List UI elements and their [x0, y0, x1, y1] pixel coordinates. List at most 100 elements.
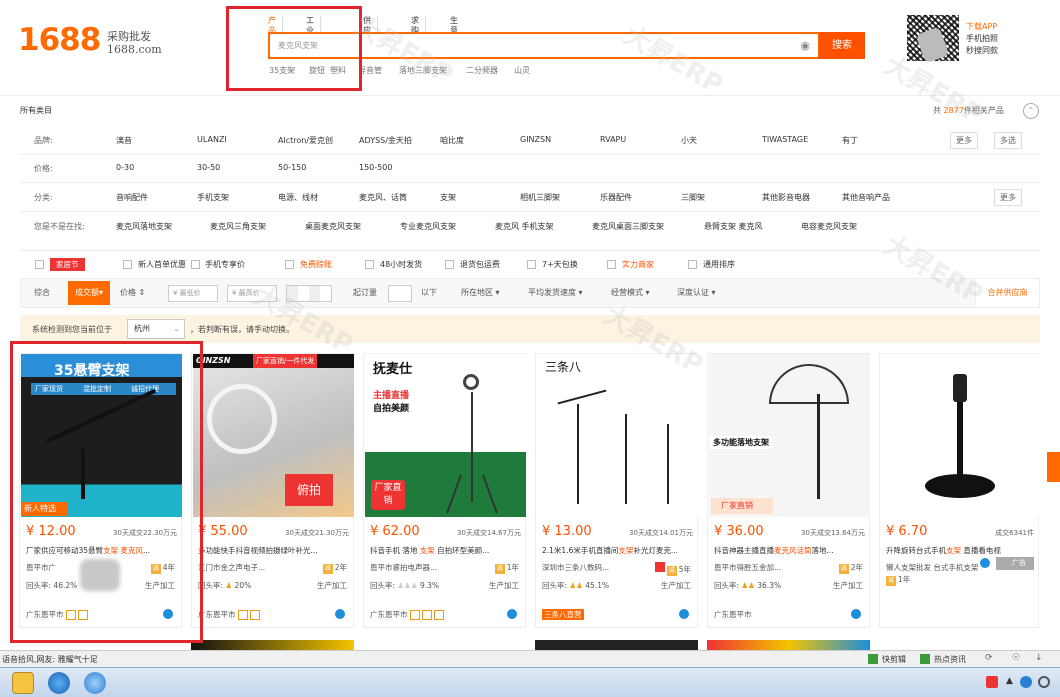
chat-icon[interactable] [507, 609, 517, 619]
filter-option[interactable]: 手机支架 [197, 192, 229, 203]
min-price-input[interactable]: ¥ 最低价 [168, 285, 218, 302]
app-icon[interactable] [84, 672, 106, 694]
product-image[interactable]: 抚麦仕 主播直播 自拍美颜 厂家直销 [365, 354, 526, 517]
filter-option[interactable]: 电源、线材 [278, 192, 318, 203]
filter-option[interactable]: 音响配件 [116, 192, 148, 203]
related-search[interactable]: 专业麦克风支架 [400, 221, 456, 232]
filter-option[interactable]: 30-50 [197, 163, 220, 172]
logo[interactable]: 1688 [18, 22, 101, 58]
camera-icon[interactable]: ◉ [800, 39, 810, 52]
price-range-bar[interactable] [286, 285, 332, 302]
filter-option[interactable]: 三脚架 [681, 192, 705, 203]
option-label[interactable]: 手机专享价 [205, 259, 245, 270]
filter-option[interactable]: 其他影音电器 [762, 192, 810, 203]
max-price-input[interactable]: ¥ 最高价 [227, 285, 277, 302]
product-title-line2[interactable]: 懒人支架批发 台式手机支架 [886, 562, 978, 573]
app-download[interactable]: 下载APP 手机拍照 秒搜同款 [966, 21, 998, 57]
hot-word[interactable]: 山灵 [514, 65, 530, 76]
sort-default[interactable]: 综合 [34, 287, 50, 298]
product-title[interactable]: 2.1米1.6米手机直播间支架补光灯麦克... [542, 545, 694, 556]
filter-option[interactable]: 小天 [681, 135, 697, 146]
store-tag[interactable]: 三条八直营 [542, 609, 584, 620]
side-float-tab[interactable] [1047, 452, 1060, 482]
checkbox[interactable] [191, 260, 200, 269]
product-title[interactable]: 抖音手机 落地 支架 自拍环型美颜... [370, 545, 522, 556]
filter-option[interactable]: 咱比度 [440, 135, 464, 146]
product-card[interactable]: GINZSN 厂家直销/一件代发 俯拍 ¥ 55.00 30天成交21.30万元… [191, 353, 354, 628]
promo-tag[interactable]: 家居节 [50, 258, 85, 271]
dropdown-business-mode[interactable]: 经营模式 ▾ [611, 287, 650, 298]
download-app-title[interactable]: 下载APP [966, 21, 998, 33]
sort-turnover[interactable]: 成交额▾ [68, 281, 110, 305]
chat-icon[interactable] [679, 609, 689, 619]
moq-input[interactable] [388, 285, 412, 302]
filter-option[interactable]: 0-30 [116, 163, 134, 172]
status-item[interactable]: 快剪辑 [882, 654, 906, 665]
product-title[interactable]: 多功能快手抖音视频拍摄绿叶补光... [198, 545, 350, 556]
collapse-icon[interactable]: ⌃ [1023, 103, 1039, 119]
filter-option[interactable]: 有丁 [842, 135, 858, 146]
multi-select-button[interactable]: 多选 [994, 132, 1022, 149]
checkbox[interactable] [527, 260, 536, 269]
filter-option[interactable]: 漓音 [116, 135, 132, 146]
product-title[interactable]: 抖音神器主播直播麦克风话筒落地... [714, 545, 866, 556]
filter-option[interactable]: 相机三脚架 [520, 192, 560, 203]
checkbox[interactable] [445, 260, 454, 269]
shop-name[interactable]: 恩平市得胜五金加... [714, 562, 781, 573]
filter-option[interactable]: Alctron/爱克创 [278, 135, 333, 146]
chat-icon[interactable] [335, 609, 345, 619]
related-search[interactable]: 桌面麦克风支架 [305, 221, 361, 232]
more-button[interactable]: 更多 [950, 132, 978, 149]
hot-word[interactable]: 落地三脚支架 [399, 65, 447, 76]
product-image[interactable]: GINZSN 厂家直销/一件代发 俯拍 [193, 354, 354, 517]
shop-name[interactable]: 江门市金之声电子... [198, 562, 265, 573]
filter-option[interactable]: TIWASTAGE [762, 135, 808, 144]
filter-option[interactable]: 乐器配件 [600, 192, 632, 203]
hot-word[interactable]: 二分频器 [466, 65, 498, 76]
option-label[interactable]: 48小时发货 [380, 259, 422, 270]
filter-option[interactable]: RVAPU [600, 135, 626, 144]
option-label[interactable]: 新人首单优惠 [138, 259, 186, 270]
option-label[interactable]: 免费赊账 [300, 259, 332, 270]
checkbox[interactable] [123, 260, 132, 269]
product-image[interactable]: 多功能落地支架 厂家直销 [709, 354, 870, 517]
search-button[interactable]: 搜索 [819, 32, 865, 59]
product-card[interactable]: 抚麦仕 主播直播 自拍美颜 厂家直销 ¥ 62.00 30天成交14.67万元 … [363, 353, 526, 628]
browser-icon[interactable] [48, 672, 70, 694]
product-image[interactable] [881, 354, 1039, 517]
dropdown-ship-speed[interactable]: 平均发货速度 ▾ [528, 287, 583, 298]
filter-option[interactable]: 麦克风、话筒 [359, 192, 407, 203]
product-card[interactable]: 三条八 ¥ 13.00 30天成交14.01万元 2.1米1.6米手机直播间支架… [535, 353, 698, 628]
shield-icon[interactable]: ☉ [1012, 653, 1020, 663]
product-card[interactable]: ¥ 6.70 成交6341件 升降旋转台式手机支架 直播看电视 懒人支架批发 台… [879, 353, 1039, 628]
related-search[interactable]: 麦克风落地支架 [116, 221, 172, 232]
product-title[interactable]: 升降旋转台式手机支架 直播看电视 [886, 545, 1038, 556]
option-label[interactable]: 通用排序 [703, 259, 735, 270]
download-icon[interactable]: ↓ [1035, 653, 1043, 663]
folder-icon[interactable] [12, 672, 34, 694]
filter-option[interactable]: 支架 [440, 192, 456, 203]
filter-option[interactable]: 其他音响产品 [842, 192, 890, 203]
shop-name[interactable]: 深圳市三条八数码... [542, 562, 609, 573]
product-card[interactable]: 多功能落地支架 厂家直销 ¥ 36.00 30天成交13.64万元 抖音神器主播… [707, 353, 870, 628]
checkbox[interactable] [607, 260, 616, 269]
related-search[interactable]: 麦克风 手机支架 [495, 221, 554, 232]
sort-price[interactable]: 价格 ⇕ [120, 287, 145, 298]
checkbox[interactable] [688, 260, 697, 269]
product-image[interactable]: 三条八 [537, 354, 698, 517]
status-item[interactable]: 热点资讯 [934, 654, 966, 665]
checkbox[interactable] [35, 260, 44, 269]
filter-option[interactable]: ULANZI [197, 135, 227, 144]
option-label[interactable]: 退货包运费 [460, 259, 500, 270]
chat-icon[interactable] [851, 609, 861, 619]
breadcrumb[interactable]: 所有类目 [20, 105, 52, 116]
tray-icon[interactable] [986, 676, 998, 688]
related-search[interactable]: 悬臂支架 麦克风 [704, 221, 763, 232]
dropdown-certification[interactable]: 深度认证 ▾ [677, 287, 716, 298]
volume-icon[interactable] [1038, 676, 1050, 688]
option-label[interactable]: 实力商家 [622, 259, 654, 270]
filter-option[interactable]: 50-150 [278, 163, 306, 172]
shop-name[interactable]: 恩平市睿拍电声器... [370, 562, 437, 573]
more-button[interactable]: 更多 [994, 189, 1022, 206]
chat-icon[interactable] [980, 558, 990, 568]
